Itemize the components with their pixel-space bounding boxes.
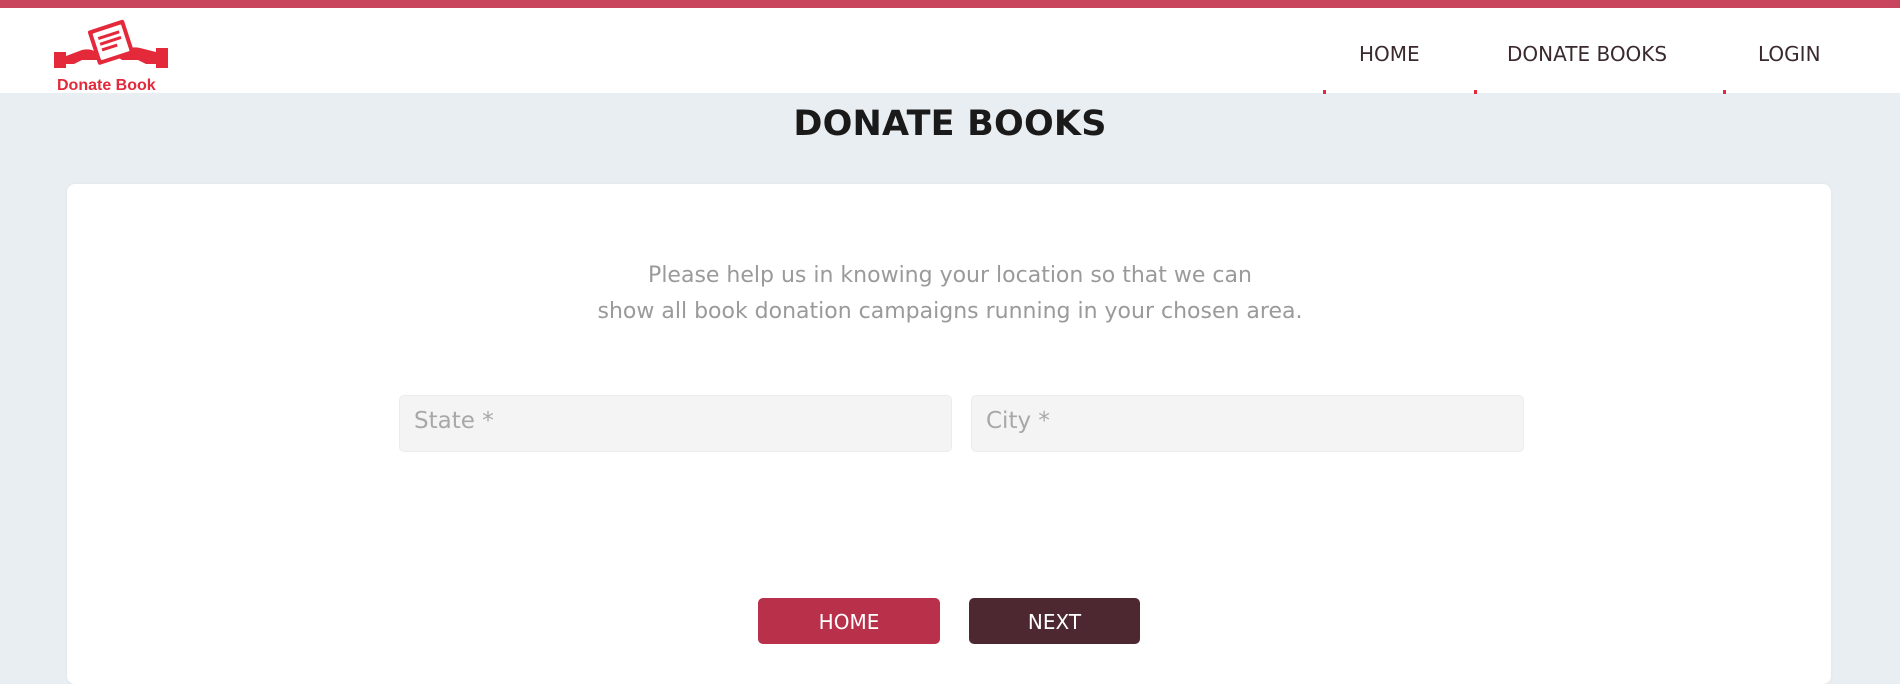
city-input[interactable] — [972, 396, 1523, 451]
state-field[interactable] — [399, 395, 952, 452]
nav-home[interactable]: HOME — [1359, 42, 1420, 66]
brand-logo[interactable]: Donate Book — [52, 18, 170, 94]
home-button[interactable]: HOME — [758, 598, 940, 644]
state-input[interactable] — [400, 396, 951, 451]
nav-indicator — [1323, 90, 1326, 94]
nav-donate-books[interactable]: DONATE BOOKS — [1507, 42, 1667, 66]
page-title: DONATE BOOKS — [793, 104, 1107, 144]
nav-indicator — [1474, 90, 1477, 94]
city-field[interactable] — [971, 395, 1524, 452]
top-accent-bar — [0, 0, 1900, 8]
intro-line-2: show all book donation campaigns running… — [597, 299, 1303, 324]
next-button[interactable]: NEXT — [969, 598, 1140, 644]
site-header: Donate Book HOME DONATE BOOKS LOGIN — [0, 8, 1900, 94]
donate-book-logo-icon — [54, 19, 168, 68]
brand-name: Donate Book — [57, 77, 156, 94]
nav-login[interactable]: LOGIN — [1758, 42, 1821, 66]
nav-indicator — [1723, 90, 1726, 94]
intro-line-1: Please help us in knowing your location … — [648, 263, 1252, 288]
location-intro-text: Please help us in knowing your location … — [0, 258, 1900, 330]
